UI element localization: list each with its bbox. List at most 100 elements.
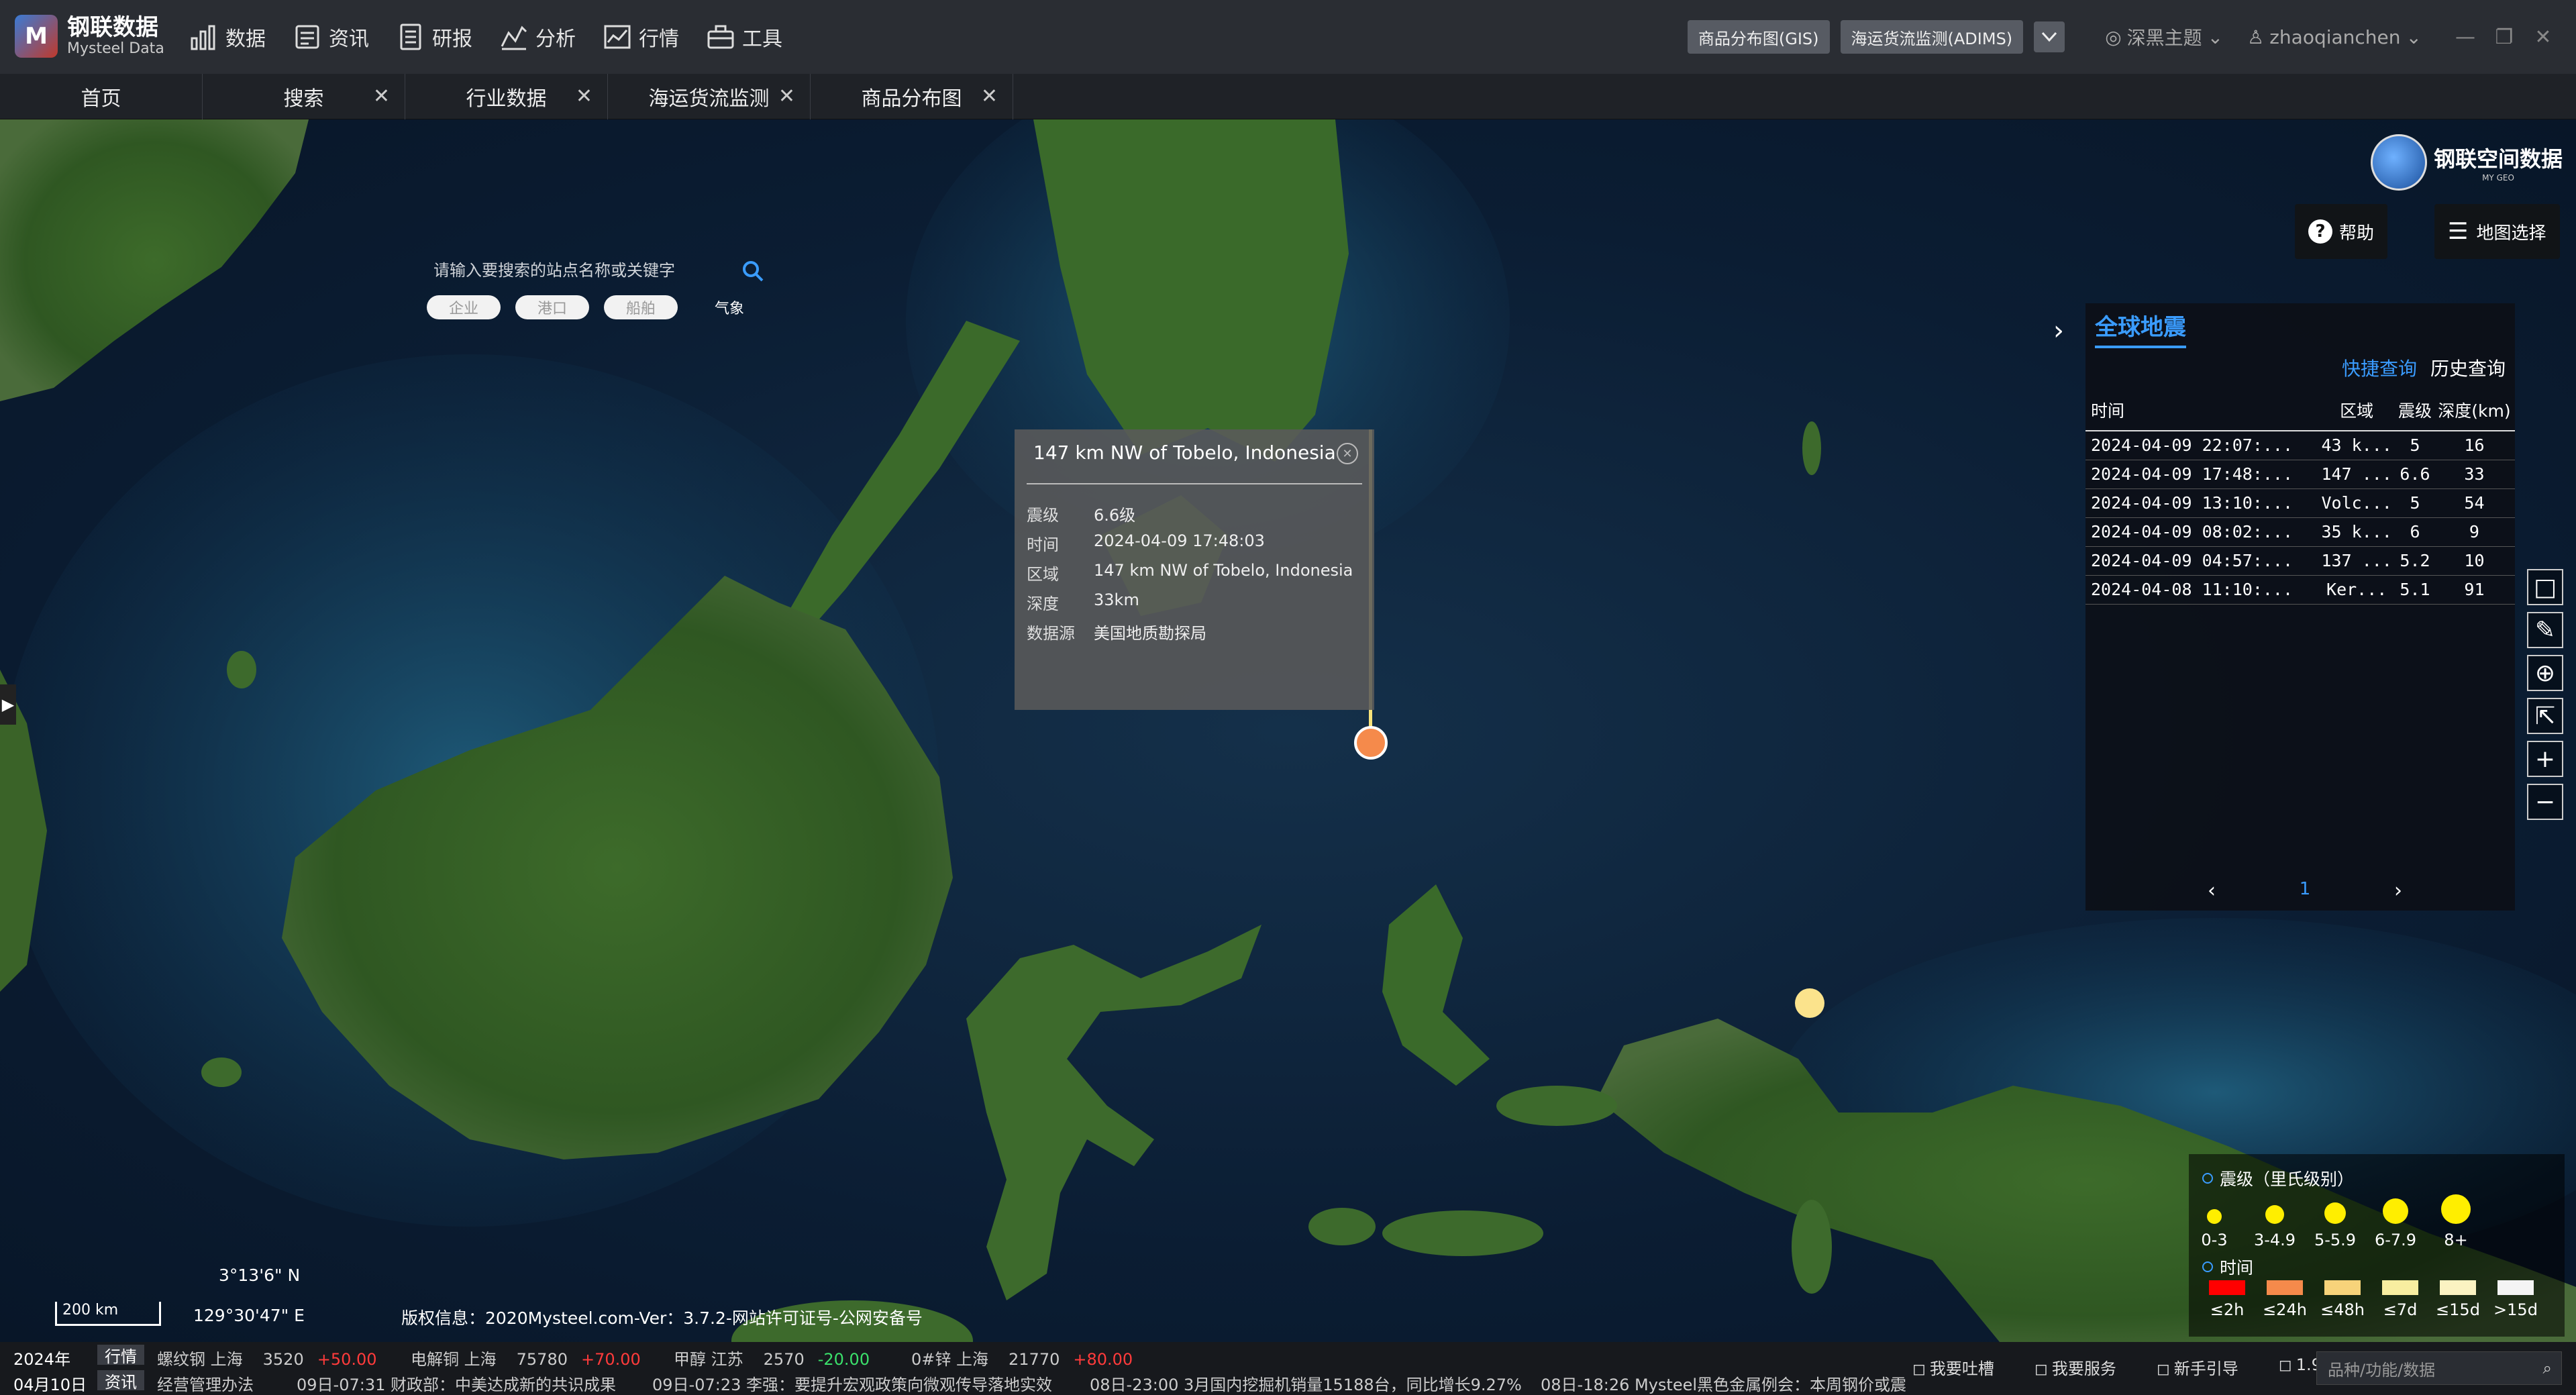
- table-row[interactable]: 2024-04-09 13:10:... Volc... 5 54: [2085, 488, 2515, 518]
- footer-link-1[interactable]: ◻ 我要服务: [2034, 1355, 2136, 1379]
- chevron-right-icon[interactable]: ›: [2053, 315, 2064, 346]
- table-row[interactable]: 2024-04-08 11:10:... Ker... 5.1 91: [2085, 575, 2515, 605]
- chevron-down-icon[interactable]: [2034, 21, 2065, 52]
- rectangle-select-icon[interactable]: □: [2527, 569, 2563, 605]
- footer-link-2[interactable]: ◻ 新手引导: [2157, 1355, 2259, 1379]
- popup-key: 区域: [1027, 565, 1059, 584]
- cell-mag: 6.6: [2396, 460, 2434, 489]
- export-icon[interactable]: ⇱: [2527, 698, 2563, 734]
- tab-3[interactable]: 海运货流监测 ✕: [608, 74, 811, 119]
- close-icon[interactable]: ✕: [576, 85, 593, 108]
- nav-item-4[interactable]: 行情: [601, 21, 679, 53]
- user-menu[interactable]: ♙ zhaoqianchen ⌄: [2247, 26, 2422, 48]
- cell-depth: 33: [2433, 460, 2515, 489]
- nav-item-3[interactable]: 分析: [498, 21, 576, 53]
- tab-quick-query[interactable]: 快捷查询: [2342, 354, 2417, 381]
- news-item[interactable]: 09日-07:23 李强：要提升宏观政策向微观传导落地实效: [652, 1372, 1052, 1395]
- legend-time-label: ≤15d: [2436, 1300, 2480, 1319]
- popup-title: 147 km NW of Tobelo, Indonesia: [1033, 442, 1336, 464]
- locate-icon[interactable]: ⊕: [2527, 655, 2563, 691]
- quake-marker-selected[interactable]: [1354, 726, 1388, 760]
- zoom-out-icon[interactable]: −: [2527, 784, 2563, 820]
- nav-item-0[interactable]: 数据: [188, 21, 266, 53]
- close-icon[interactable]: ✕: [2524, 25, 2563, 49]
- tab-history-query[interactable]: 历史查询: [2430, 354, 2506, 381]
- theme-selector[interactable]: ◎ 深黑主题 ⌄: [2105, 23, 2223, 50]
- prev-page-icon[interactable]: ‹: [2208, 879, 2216, 902]
- ticker-item[interactable]: 甲醇 江苏 2570 -20.00: [674, 1346, 870, 1370]
- tab-0[interactable]: 首页: [0, 74, 203, 119]
- legend-mag-label: 3-4.9: [2253, 1231, 2296, 1249]
- page-number[interactable]: 1: [2300, 879, 2311, 902]
- legend-dot: [2383, 1198, 2408, 1224]
- pagination: ‹ 1 ›: [2208, 879, 2402, 902]
- tab-1[interactable]: 搜索 ✕: [203, 74, 405, 119]
- legend-swatch: [2497, 1280, 2534, 1295]
- filter-1[interactable]: 港口: [515, 295, 589, 319]
- legend-time-label: ≤24h: [2263, 1300, 2307, 1319]
- popup-key: 深度: [1027, 595, 1059, 613]
- gis-button[interactable]: 商品分布图(GIS): [1687, 20, 1830, 54]
- popup-value: 2024-04-09 17:48:03: [1094, 531, 1265, 550]
- help-button[interactable]: ? 帮助: [2295, 204, 2388, 259]
- cell-region: 147 ...: [2317, 460, 2397, 489]
- search-input[interactable]: [423, 254, 738, 287]
- close-icon[interactable]: ✕: [373, 85, 390, 108]
- table-row[interactable]: 2024-04-09 04:57:... 137 ... 5.2 10: [2085, 546, 2515, 576]
- map-layer-button[interactable]: ☰ 地图选择: [2434, 204, 2560, 259]
- legend-mag-item: 0-3: [2187, 1194, 2241, 1249]
- legend-mag-item: 3-4.9: [2248, 1194, 2302, 1249]
- news-item[interactable]: 09日-07:31 财政部：中美达成新的共识成果: [297, 1372, 616, 1395]
- ticker-item[interactable]: 螺纹钢 上海 3520 +50.00: [157, 1346, 377, 1370]
- footer-link-0[interactable]: ◻ 我要吐槽: [1912, 1355, 2014, 1379]
- close-icon[interactable]: ✕: [778, 85, 795, 108]
- logo[interactable]: M 钢联数据 Mysteel Data: [15, 15, 164, 58]
- minimize-icon[interactable]: —: [2446, 25, 2485, 49]
- chevron-down-icon: ⌄: [2406, 25, 2422, 48]
- nav-item-1[interactable]: 资讯: [291, 21, 369, 53]
- nav-item-2[interactable]: 研报: [395, 21, 472, 53]
- zoom-in-icon[interactable]: +: [2527, 741, 2563, 777]
- filter-3[interactable]: 气象: [692, 295, 766, 319]
- popup-row: 深度 33km: [1027, 590, 1139, 614]
- ticker-item[interactable]: 电解铜 上海 75780 +70.00: [411, 1346, 641, 1370]
- table-row[interactable]: 2024-04-09 22:07:... 43 k... 5 16: [2085, 431, 2515, 460]
- legend-time-item: ≤7d: [2377, 1280, 2424, 1319]
- cell-region: Ker...: [2317, 575, 2397, 605]
- tab-4[interactable]: 商品分布图 ✕: [811, 74, 1013, 119]
- news-item[interactable]: 经营管理办法: [157, 1372, 254, 1395]
- legend-mag-label: 0-3: [2201, 1231, 2228, 1249]
- service-icon: ◻: [2034, 1359, 2048, 1378]
- legend-swatch: [2440, 1280, 2476, 1295]
- tab-label: 商品分布图: [861, 87, 962, 111]
- legend-swatch: [2382, 1280, 2418, 1295]
- expand-left-icon[interactable]: ▶: [0, 684, 16, 725]
- cell-time: 2024-04-09 22:07:...: [2085, 431, 2318, 460]
- filter-0[interactable]: 企业: [427, 295, 501, 319]
- column-header: 时间: [2085, 389, 2318, 431]
- close-icon[interactable]: ✕: [1337, 443, 1358, 464]
- next-page-icon[interactable]: ›: [2394, 879, 2402, 902]
- table-row[interactable]: 2024-04-09 08:02:... 35 k... 6 9: [2085, 517, 2515, 547]
- search-icon[interactable]: ⌕: [2543, 1359, 2552, 1378]
- legend-time-item: >15d: [2492, 1280, 2539, 1319]
- logo-title: 钢联数据: [67, 14, 158, 42]
- popup-divider: [1027, 483, 1362, 484]
- close-icon[interactable]: ✕: [981, 85, 998, 108]
- tab-2[interactable]: 行业数据 ✕: [405, 74, 608, 119]
- draw-icon[interactable]: ✎: [2527, 612, 2563, 648]
- adims-button[interactable]: 海运货流监测(ADIMS): [1840, 20, 2024, 54]
- table-row[interactable]: 2024-04-09 17:48:... 147 ... 6.6 33: [2085, 460, 2515, 489]
- search-icon[interactable]: [741, 259, 765, 283]
- nav-item-5[interactable]: 工具: [705, 21, 782, 53]
- map-search: [423, 254, 765, 287]
- quake-marker[interactable]: [1795, 988, 1824, 1018]
- news-item[interactable]: 08日-23:00 3月国内挖掘机销量15188台，同比增长9.27%: [1090, 1372, 1522, 1395]
- news-item[interactable]: 08日-18:26 Mysteel黑色金属例会：本周钢价或震: [1541, 1372, 1906, 1395]
- legend-mag-item: 5-5.9: [2308, 1194, 2362, 1249]
- global-search[interactable]: 品种/功能/数据 ⌕: [2316, 1351, 2562, 1385]
- maximize-icon[interactable]: ❐: [2485, 25, 2524, 49]
- filter-2[interactable]: 船舶: [604, 295, 678, 319]
- ticker-item[interactable]: 0#锌 上海 21770 +80.00: [911, 1346, 1133, 1370]
- help-icon: ?: [2308, 219, 2332, 244]
